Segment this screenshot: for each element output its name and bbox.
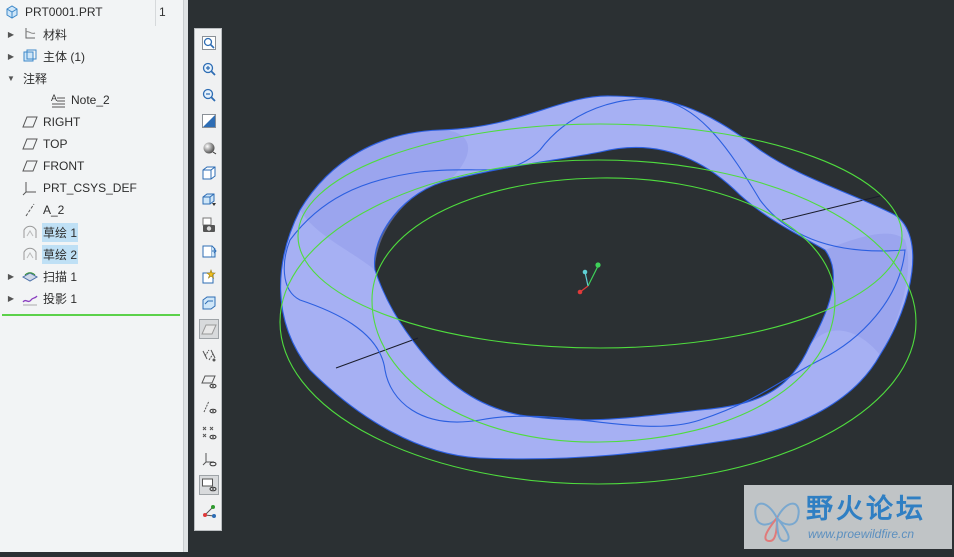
orient-icon <box>201 503 217 519</box>
tree-item[interactable]: RIGHT <box>6 112 81 132</box>
datum-plane-icon <box>22 136 38 152</box>
butterfly-logo-icon <box>754 502 800 543</box>
repaint-button[interactable] <box>199 111 219 131</box>
watermark-title: 野火论坛 <box>806 494 926 524</box>
datum-plane-icon <box>22 158 38 174</box>
model-name: PRT0001.PRT <box>25 5 103 19</box>
tree-item[interactable]: ▶ 扫描 1 <box>6 266 78 286</box>
csys-display-button[interactable] <box>199 449 219 469</box>
orient-button[interactable] <box>199 501 219 521</box>
expand-toggle-icon[interactable]: ▶ <box>6 30 16 39</box>
model-tree-panel: PRT0001.PRT 1 ▶ 材料 ▶ 主体 (1) ▼ 注释 A Note_2 RIGHT T… <box>0 0 184 552</box>
tree-item-label: 主体 (1) <box>43 49 86 64</box>
watermark-url: www.proewildfire.cn <box>808 527 915 541</box>
saved-views-icon <box>201 165 217 181</box>
zoom-out-button[interactable] <box>199 85 219 105</box>
section-button[interactable] <box>199 241 219 261</box>
tree-item-label: RIGHT <box>43 115 81 129</box>
note-icon: A <box>50 92 66 108</box>
body-icon <box>22 48 38 64</box>
forum-watermark: 野火论坛 www.proewildfire.cn <box>744 485 952 549</box>
zoom-out-icon <box>201 87 217 103</box>
view-display-icon <box>201 477 217 493</box>
axis-tag-display-button[interactable] <box>199 397 219 417</box>
tree-item-label: 草绘 2 <box>42 244 79 264</box>
tree-item[interactable]: A_2 <box>6 200 65 220</box>
panel-splitter[interactable] <box>184 0 188 552</box>
tree-item-label: PRT_CSYS_DEF <box>43 181 137 195</box>
tree-item-label: TOP <box>43 137 68 151</box>
tree-item[interactable]: FRONT <box>6 156 85 176</box>
plane-tag-icon <box>201 373 217 389</box>
view-manager-button[interactable] <box>199 189 219 209</box>
projection-icon <box>22 290 38 306</box>
tree-item[interactable]: A Note_2 <box>34 90 111 110</box>
plane-display-icon <box>201 321 217 337</box>
view-manager-icon <box>201 191 217 207</box>
tree-item[interactable]: 草绘 2 <box>6 244 79 264</box>
tree-item-label: 扫描 1 <box>43 269 78 284</box>
material-icon <box>22 26 38 42</box>
axis-icon <box>22 202 38 218</box>
model-tree-header[interactable]: PRT0001.PRT <box>0 2 104 22</box>
repaint-icon <box>201 113 217 129</box>
tree-item-label: Note_2 <box>71 93 110 107</box>
tree-item-label: 草绘 1 <box>42 222 79 242</box>
zoom-in-button[interactable] <box>199 59 219 79</box>
sketch-icon <box>22 246 38 262</box>
csys-icon <box>22 180 38 196</box>
tree-item-label: 材料 <box>43 27 68 42</box>
graphics-viewport[interactable] <box>222 0 954 552</box>
sketch-icon <box>22 224 38 240</box>
column-divider <box>155 0 156 26</box>
tree-item-label: 注释 <box>23 71 48 86</box>
section-icon <box>201 243 217 259</box>
plane-tag-display-button[interactable] <box>199 371 219 391</box>
shading-icon <box>201 139 217 155</box>
tree-item-label: 投影 1 <box>43 291 78 306</box>
expand-toggle-icon[interactable]: ▼ <box>6 74 16 83</box>
display-style-button[interactable] <box>199 137 219 157</box>
axis-tag-icon <box>201 399 217 415</box>
axis-display-icon <box>201 347 217 363</box>
csys-display-icon <box>201 451 217 467</box>
zoom-in-icon <box>201 61 217 77</box>
model-view[interactable] <box>222 0 954 552</box>
datum-plane-icon <box>22 114 38 130</box>
part-icon <box>4 4 20 20</box>
svg-text:A: A <box>51 93 57 103</box>
saved-orientations-button[interactable] <box>199 163 219 183</box>
expand-toggle-icon[interactable]: ▶ <box>6 52 16 61</box>
column-header: 1 <box>159 5 166 19</box>
view-display-button[interactable] <box>199 475 219 495</box>
insert-here-indicator <box>2 314 180 316</box>
refit-icon <box>201 35 217 51</box>
expand-toggle-icon[interactable]: ▶ <box>6 272 16 281</box>
expand-toggle-icon[interactable]: ▶ <box>6 294 16 303</box>
tree-item[interactable]: ▼ 注释 <box>6 68 48 88</box>
annotation-display-button[interactable] <box>199 293 219 313</box>
point-display-button[interactable] <box>199 423 219 443</box>
annotation-display-icon <box>201 295 217 311</box>
tree-item[interactable]: PRT_CSYS_DEF <box>6 178 138 198</box>
tree-item-label: A_2 <box>43 203 65 217</box>
tree-item-label: FRONT <box>43 159 85 173</box>
tree-item[interactable]: TOP <box>6 134 68 154</box>
tree-item[interactable]: ▶ 主体 (1) <box>6 46 86 66</box>
refit-button[interactable] <box>199 33 219 53</box>
spin-center-icon <box>201 269 217 285</box>
axis-display-button[interactable] <box>199 345 219 365</box>
csys-triad <box>577 262 601 295</box>
tree-item[interactable]: 草绘 1 <box>6 222 79 242</box>
camera-icon <box>201 217 217 233</box>
graphics-toolbar <box>194 28 222 531</box>
spin-center-button[interactable] <box>199 267 219 287</box>
perspective-button[interactable] <box>199 215 219 235</box>
point-display-icon <box>201 425 217 441</box>
sweep-icon <box>22 268 38 284</box>
tree-item[interactable]: ▶ 材料 <box>6 24 68 44</box>
plane-display-button[interactable] <box>199 319 219 339</box>
tree-item[interactable]: ▶ 投影 1 <box>6 288 78 308</box>
